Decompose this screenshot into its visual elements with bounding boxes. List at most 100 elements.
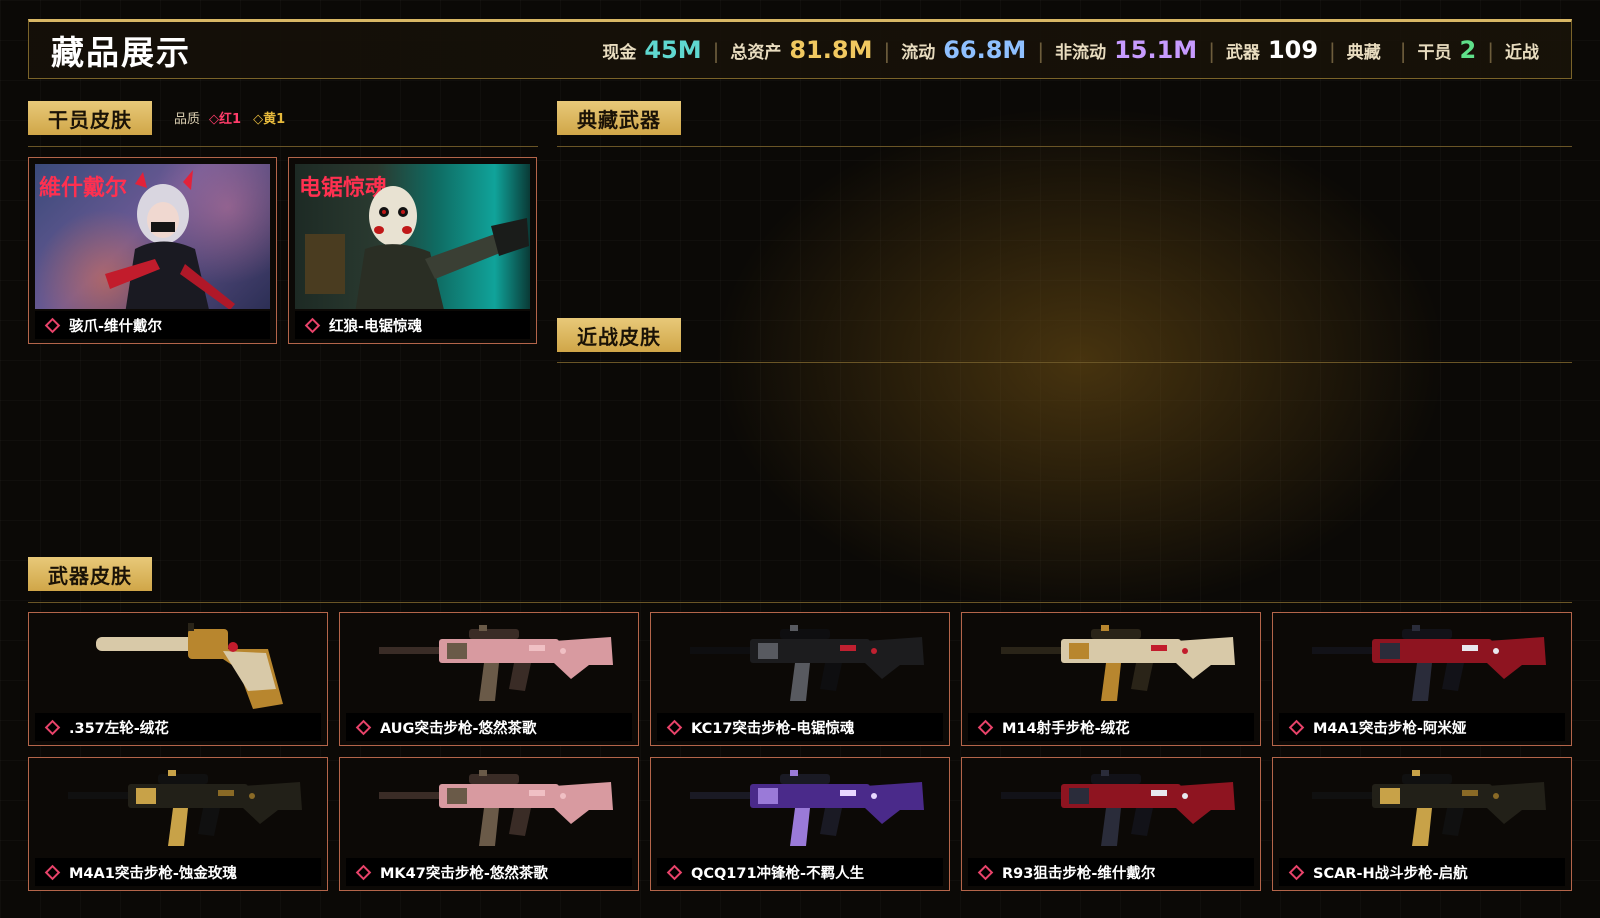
weapon-name: R93狙击步枪-维什戴尔 (1002, 865, 1156, 882)
stat-item[interactable]: 近战 (1505, 38, 1547, 63)
stat-separator: | (1399, 39, 1407, 63)
operator-art: 維什戴尔 (35, 164, 270, 309)
weapon-name: .357左轮-绒花 (69, 720, 169, 737)
weapon-art (968, 619, 1254, 711)
quality-red-count[interactable]: ◇红1 (209, 108, 241, 127)
weapon-image (96, 623, 283, 709)
weapon-card[interactable]: M14射手步枪-绒花 (961, 612, 1261, 746)
weapon-image (68, 770, 302, 846)
weapon-card-label: AUG突击步枪-悠然茶歌 (346, 713, 632, 741)
quality-label: 品质 (174, 112, 201, 127)
weapon-art (35, 764, 321, 856)
diamond-icon (44, 719, 61, 735)
operator-figure-image (105, 170, 235, 309)
quality-filter: 品质 ◇红1 ◇黄1 (174, 108, 285, 127)
weapon-card[interactable]: .357左轮-绒花 (28, 612, 328, 746)
weapon-image (690, 625, 924, 701)
weapon-card[interactable]: M4A1突击步枪-蚀金玫瑰 (28, 757, 328, 891)
weapon-art (968, 764, 1254, 856)
weapon-art (346, 764, 632, 856)
diamond-icon (666, 719, 683, 735)
weapon-card[interactable]: MK47突击步枪-悠然茶歌 (339, 757, 639, 891)
weapon-card[interactable]: KC17突击步枪-电锯惊魂 (650, 612, 950, 746)
weapon-name: AUG突击步枪-悠然茶歌 (380, 720, 537, 737)
operator-name: 骇爪-维什戴尔 (69, 318, 163, 335)
stat-item[interactable]: 流动 66.8M (901, 36, 1026, 64)
section-operator-skins-title: 干员皮肤 (28, 101, 152, 135)
operator-card-label: 骇爪-维什戴尔 (35, 311, 270, 339)
weapon-card-label: KC17突击步枪-电锯惊魂 (657, 713, 943, 741)
stat-label: 流动 (901, 43, 936, 63)
weapon-name: M4A1突击步枪-阿米娅 (1313, 720, 1467, 737)
stat-value: 2 (1459, 36, 1477, 64)
stat-separator: | (1208, 39, 1215, 63)
stat-label: 总资产 (730, 43, 782, 63)
stat-item[interactable]: 干员 2 (1418, 36, 1477, 64)
weapon-card-label: M4A1突击步枪-蚀金玫瑰 (35, 858, 321, 886)
weapon-card-label: QCQ171冲锋枪-不羁人生 (657, 858, 943, 886)
weapon-image (379, 770, 613, 846)
stat-separator: | (712, 39, 720, 63)
diamond-icon (44, 864, 61, 880)
operator-card[interactable]: 电锯惊魂 红狼-电锯惊魂 (288, 157, 537, 344)
diamond-icon (1288, 864, 1305, 880)
stat-item[interactable]: 总资产 81.8M (730, 36, 872, 64)
weapon-art (1279, 619, 1565, 711)
weapon-art (1279, 764, 1565, 856)
diamond-icon (44, 317, 61, 333)
stat-separator: | (1487, 39, 1494, 63)
stat-label: 典藏 (1346, 43, 1381, 63)
weapon-card-label: M4A1突击步枪-阿米娅 (1279, 713, 1565, 741)
weapon-card-label: M14射手步枪-绒花 (968, 713, 1254, 741)
diamond-icon (977, 864, 994, 880)
operator-card[interactable]: 維什戴尔 骇爪-维什戴尔 (28, 157, 277, 344)
diamond-icon (304, 317, 321, 333)
operator-figure-image (305, 186, 529, 309)
stat-label: 干员 (1417, 43, 1452, 63)
weapon-art (35, 619, 321, 711)
quality-red-text: 红1 (219, 112, 242, 127)
stats-bar: 现金 45M | 总资产 81.8M | 流动 66.8M | 非流动 15.1M | 武器 109 | 典藏… (602, 36, 1547, 64)
weapon-card[interactable]: QCQ171冲锋枪-不羁人生 (650, 757, 950, 891)
section-divider (28, 602, 1572, 603)
weapon-card[interactable]: SCAR-H战斗步枪-启航 (1272, 757, 1572, 891)
section-divider (557, 362, 1572, 363)
stat-separator: | (883, 39, 891, 63)
stat-label: 现金 (602, 43, 637, 63)
section-divider (28, 146, 538, 147)
diamond-icon (1288, 719, 1305, 735)
stat-item[interactable]: 现金 45M (602, 36, 701, 64)
weapon-name: KC17突击步枪-电锯惊魂 (691, 720, 855, 737)
section-weapon-skins-title: 武器皮肤 (28, 557, 152, 591)
diamond-icon (977, 719, 994, 735)
operator-card-label: 红狼-电锯惊魂 (295, 311, 530, 339)
weapon-card-label: SCAR-H战斗步枪-启航 (1279, 858, 1565, 886)
weapon-card-label: R93狙击步枪-维什戴尔 (968, 858, 1254, 886)
stat-separator: | (1037, 39, 1045, 63)
stat-item[interactable]: 典藏 (1347, 38, 1389, 63)
weapon-name: SCAR-H战斗步枪-启航 (1313, 865, 1468, 882)
stat-value: 66.8M (943, 36, 1027, 64)
stat-value: 45M (644, 36, 702, 64)
weapon-image (1312, 625, 1546, 701)
operator-art: 电锯惊魂 (295, 164, 530, 309)
weapon-name: MK47突击步枪-悠然茶歌 (380, 865, 548, 882)
weapon-name: QCQ171冲锋枪-不羁人生 (691, 865, 865, 882)
stat-label: 武器 (1225, 43, 1260, 63)
stat-item[interactable]: 武器 109 (1226, 36, 1318, 64)
diamond-icon (355, 864, 372, 880)
weapon-image (379, 625, 613, 701)
stat-value: 15.1M (1114, 36, 1198, 64)
stat-value: 81.8M (789, 36, 873, 64)
weapon-card[interactable]: R93狙击步枪-维什戴尔 (961, 757, 1261, 891)
weapon-name: M4A1突击步枪-蚀金玫瑰 (69, 865, 237, 882)
weapon-card-label: .357左轮-绒花 (35, 713, 321, 741)
stat-item[interactable]: 非流动 15.1M (1055, 36, 1197, 64)
stat-label: 近战 (1505, 43, 1539, 63)
weapon-card[interactable]: AUG突击步枪-悠然茶歌 (339, 612, 639, 746)
weapon-image (1312, 770, 1546, 846)
page-title: 藏品展示 (51, 33, 191, 72)
weapon-card[interactable]: M4A1突击步枪-阿米娅 (1272, 612, 1572, 746)
quality-yellow-count[interactable]: ◇黄1 (253, 108, 285, 127)
header-bar: 藏品展示 现金 45M | 总资产 81.8M | 流动 66.8M | 非流动 15.1M | 武器 1… (28, 19, 1572, 79)
